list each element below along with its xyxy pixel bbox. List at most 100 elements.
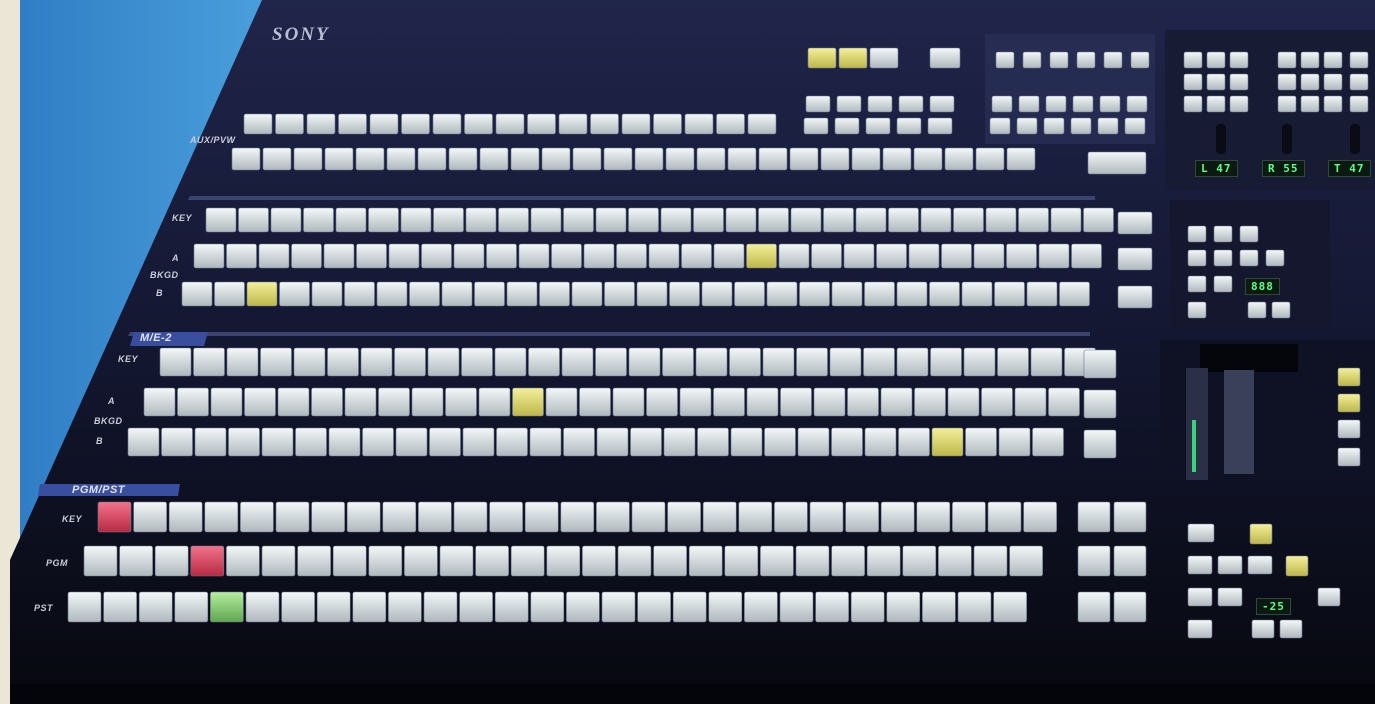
pst-button[interactable] [103,591,137,623]
me1-a-button[interactable] [681,243,712,269]
pgm-button[interactable] [475,545,509,577]
pst-button[interactable] [922,591,956,623]
aux-row2-button[interactable] [1006,147,1036,171]
aux-row1-button[interactable] [621,113,651,135]
pst-button[interactable] [993,591,1027,623]
me2-a-button[interactable] [143,387,176,417]
tbar-handle[interactable] [1224,370,1254,474]
me2-b-button[interactable] [228,427,260,457]
me1-ctrl-e-button[interactable] [1247,301,1267,319]
top-right-b-button[interactable] [1099,95,1121,113]
me1-key-button[interactable] [205,207,237,233]
top-right-c-button[interactable] [989,117,1011,135]
pgm-button[interactable] [83,545,118,577]
me2-a-button[interactable] [1048,387,1080,417]
me1-ctrl-b-button[interactable] [1239,249,1259,267]
pgm-button[interactable] [831,545,865,577]
fader-r-button[interactable] [1323,73,1343,91]
me1-side-button[interactable] [1117,211,1153,235]
top-mid-b-button[interactable] [805,95,831,113]
pst-button[interactable] [815,591,849,623]
me1-ctrl-a-button[interactable] [1239,225,1259,243]
aux-row2-button[interactable] [634,147,664,171]
fader-r-button[interactable] [1323,95,1343,113]
fader-r-button[interactable] [1300,95,1320,113]
me1-a-button[interactable] [1071,243,1102,269]
me1-b-button[interactable] [246,281,278,307]
me2-side-button[interactable] [1083,429,1117,459]
transition-button[interactable] [1337,447,1361,467]
me2-b-button[interactable] [931,427,964,457]
me2-a-button[interactable] [311,387,343,417]
me1-key-button[interactable] [920,207,952,233]
top-mid-c-button[interactable] [834,117,860,135]
pgm-key-button[interactable] [631,501,666,533]
aux-row2-button[interactable] [665,147,695,171]
pgm-button[interactable] [546,545,581,577]
me2-a-button[interactable] [277,387,310,417]
top-right-a-button[interactable] [1130,51,1150,69]
pgm-key-button[interactable] [667,501,701,533]
aux-row2-button[interactable] [448,147,478,171]
top-right-a-button[interactable] [1076,51,1096,69]
lower-right-b-button[interactable] [1187,587,1213,607]
me2-key-button[interactable] [997,347,1029,377]
pgm-button[interactable] [332,545,367,577]
pgm-button[interactable] [902,545,937,577]
aux-row1-button[interactable] [747,113,777,135]
fader-r-button[interactable] [1300,51,1320,69]
pst-button[interactable] [352,591,387,623]
fader-t-button[interactable] [1349,51,1369,69]
aux-row2-button[interactable] [882,147,912,171]
me1-a-button[interactable] [843,243,875,269]
me1-b-button[interactable] [896,281,928,307]
me2-key-button[interactable] [327,347,359,377]
me2-a-button[interactable] [244,387,276,417]
me1-ctrl-a-button[interactable] [1187,225,1207,243]
top-right-c-button[interactable] [1124,117,1146,135]
me2-key-button[interactable] [829,347,862,377]
me2-b-button[interactable] [362,427,394,457]
aux-row2-button[interactable] [944,147,974,171]
me1-key-button[interactable] [400,207,432,233]
me1-a-button[interactable] [453,243,485,269]
top-right-a-button[interactable] [1103,51,1123,69]
aux-row2-button[interactable] [727,147,757,171]
aux-row2-button[interactable] [851,147,881,171]
me1-b-button[interactable] [766,281,798,307]
fader-l-button[interactable] [1206,73,1226,91]
lower-right-lit-button[interactable] [1249,523,1273,545]
lower-right-button[interactable] [1187,523,1215,543]
me2-b-button[interactable] [864,427,897,457]
me2-key-button[interactable] [226,347,259,377]
me1-a-button[interactable] [291,243,322,269]
me1-b-button[interactable] [344,281,375,307]
aux-row1-button[interactable] [306,113,336,135]
me2-side-button[interactable] [1083,349,1117,379]
top-right-a-button[interactable] [1022,51,1042,69]
me2-key-button[interactable] [461,347,493,377]
aux-row2-button[interactable] [696,147,726,171]
me1-ctrl-a-button[interactable] [1213,225,1233,243]
me1-b-button[interactable] [669,281,700,307]
fader-l-button[interactable] [1183,73,1203,91]
pgm-key-button[interactable] [489,501,523,533]
fader-l-button[interactable] [1229,73,1249,91]
pgm-key-button[interactable] [133,501,167,533]
me1-key-button[interactable] [530,207,562,233]
pgm-key-button[interactable] [346,501,381,533]
me2-a-button[interactable] [545,387,578,417]
me1-a-button[interactable] [388,243,420,269]
me1-key-button[interactable] [238,207,269,233]
fader-r-button[interactable] [1277,51,1297,69]
me2-a-button[interactable] [813,387,846,417]
top-mid-b-button[interactable] [867,95,893,113]
me2-a-button[interactable] [378,387,410,417]
fader-l-button[interactable] [1206,95,1226,113]
me1-b-button[interactable] [636,281,668,307]
me2-key-button[interactable] [595,347,627,377]
me2-b-button[interactable] [429,427,461,457]
pgm-key-button[interactable] [275,501,310,533]
aux-row2-button[interactable] [324,147,354,171]
aux-row1-button[interactable] [716,113,745,135]
